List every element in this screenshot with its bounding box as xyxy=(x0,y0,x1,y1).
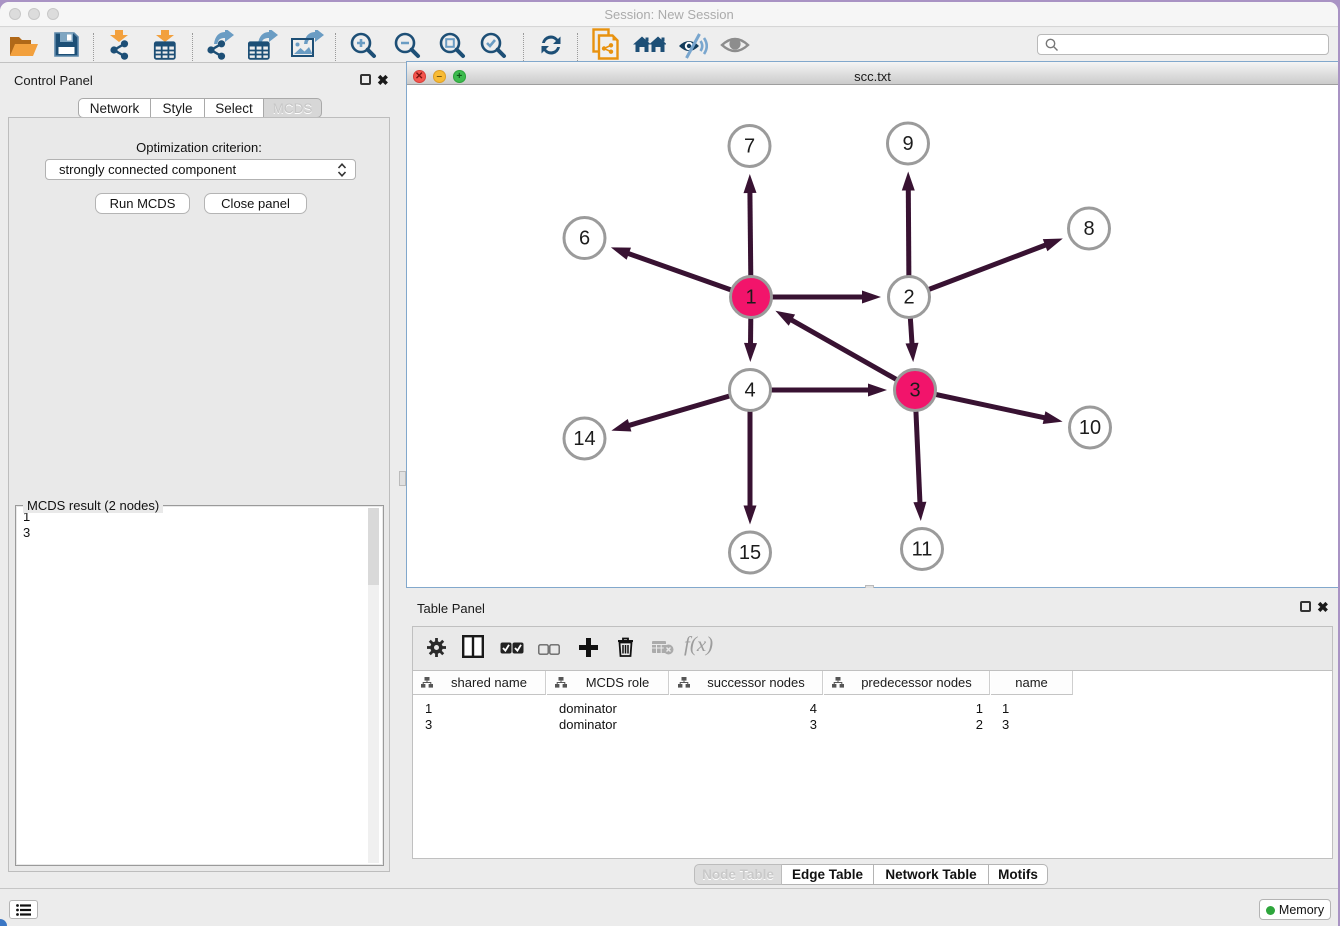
svg-text:7: 7 xyxy=(744,136,755,158)
svg-text:10: 10 xyxy=(1079,417,1101,439)
svg-text:8: 8 xyxy=(1083,218,1094,240)
svg-text:4: 4 xyxy=(744,380,755,402)
svg-text:15: 15 xyxy=(739,542,761,564)
svg-text:14: 14 xyxy=(573,428,595,450)
svg-text:2: 2 xyxy=(903,287,914,309)
svg-text:9: 9 xyxy=(902,133,913,155)
svg-text:1: 1 xyxy=(745,287,756,309)
svg-text:6: 6 xyxy=(579,228,590,250)
svg-text:11: 11 xyxy=(912,539,933,561)
svg-text:3: 3 xyxy=(909,380,920,402)
